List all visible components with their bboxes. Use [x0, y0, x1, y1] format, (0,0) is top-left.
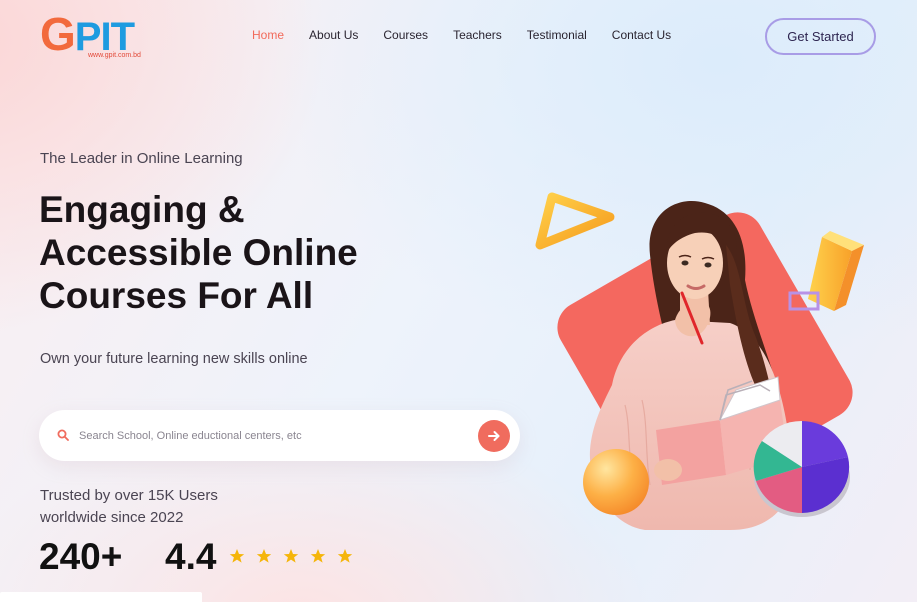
sphere-shape	[583, 449, 649, 515]
nav-item-home[interactable]: Home	[252, 26, 284, 44]
logo-url: www.gpit.com.bd	[88, 52, 141, 59]
hero-headline: Engaging & Accessible Online Courses For…	[39, 188, 419, 317]
main-nav: Home About Us Courses Teachers Testimoni…	[252, 26, 696, 44]
hero-tagline: The Leader in Online Learning	[40, 150, 243, 167]
stat-rating: 4.4	[165, 536, 217, 577]
nav-item-contact-us[interactable]: Contact Us	[612, 26, 671, 44]
search-bar	[39, 410, 520, 461]
nav-item-testimonial[interactable]: Testimonial	[527, 26, 587, 44]
nav-item-courses[interactable]: Courses	[383, 26, 428, 44]
headline-line-3: Courses For All	[39, 275, 314, 316]
star-icon	[310, 549, 326, 563]
brand-logo[interactable]: GPIT www.gpit.com.bd	[40, 10, 160, 64]
triangle-shape	[535, 192, 615, 250]
trusted-text: Trusted by over 15K Users worldwide sinc…	[40, 485, 260, 529]
get-started-button[interactable]: Get Started	[765, 18, 876, 55]
bottom-tab	[0, 592, 202, 602]
rating-stars	[229, 548, 353, 564]
trusted-line-1: Trusted by over 15K Users	[40, 487, 218, 504]
block-shape	[808, 231, 864, 311]
star-icon	[229, 549, 245, 563]
logo-g: G	[40, 8, 76, 60]
nav-item-teachers[interactable]: Teachers	[453, 26, 502, 44]
headline-line-1: Engaging &	[39, 189, 245, 230]
search-icon	[57, 429, 69, 441]
hero-illustration	[535, 192, 864, 530]
star-icon	[256, 549, 272, 563]
stat-users: 240+	[39, 536, 123, 577]
star-icon	[337, 549, 353, 563]
hero-subtitle: Own your future learning new skills onli…	[40, 351, 308, 367]
pie-chart-shape	[753, 420, 850, 517]
arrow-right-icon	[488, 431, 500, 441]
trusted-line-2: worldwide since 2022	[40, 509, 184, 526]
headline-line-2: Accessible Online	[39, 232, 358, 273]
nav-item-about-us[interactable]: About Us	[309, 26, 358, 44]
search-submit-button[interactable]	[478, 420, 510, 452]
search-input[interactable]	[79, 425, 469, 447]
star-icon	[283, 549, 299, 563]
